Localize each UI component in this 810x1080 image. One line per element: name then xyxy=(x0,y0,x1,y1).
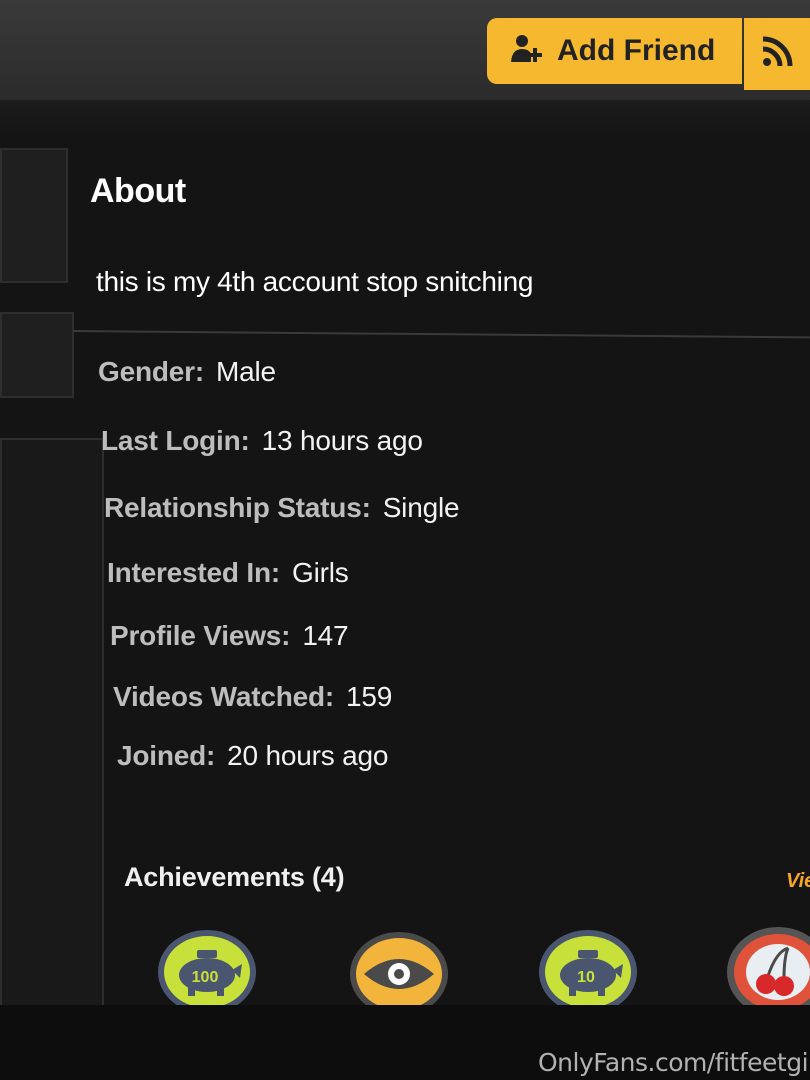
sidebar-panel xyxy=(0,438,104,1016)
info-value: 159 xyxy=(346,681,393,712)
info-value: 20 hours ago xyxy=(227,740,389,771)
add-friend-button[interactable]: Add Friend xyxy=(487,18,742,84)
piggy-bank-icon: 10 xyxy=(539,930,637,1014)
info-key: Interested In: xyxy=(107,557,281,588)
info-key: Videos Watched: xyxy=(113,681,335,712)
info-value: 13 hours ago xyxy=(261,425,423,456)
about-heading: About xyxy=(90,172,186,210)
achievement-badge[interactable]: 10 xyxy=(537,928,639,1016)
sidebar-panel xyxy=(0,312,74,398)
achievement-badge[interactable]: 100 xyxy=(156,928,258,1016)
info-row-last-login: Last Login: 13 hours ago xyxy=(101,425,423,457)
info-key: Joined: xyxy=(117,740,216,771)
info-row-joined: Joined: 20 hours ago xyxy=(117,740,388,772)
info-value: Single xyxy=(382,492,460,523)
rss-button[interactable] xyxy=(744,18,810,90)
piggy-bank-icon: 100 xyxy=(158,930,256,1014)
add-friend-label: Add Friend xyxy=(557,34,716,67)
rss-icon xyxy=(760,35,794,74)
info-value: 147 xyxy=(302,620,349,651)
info-key: Relationship Status: xyxy=(104,492,371,523)
info-key: Last Login: xyxy=(101,425,250,456)
watermark: OnlyFans.com/fitfeetgirl xyxy=(538,1048,810,1077)
info-row-interested-in: Interested In: Girls xyxy=(107,557,349,589)
sidebar-panel xyxy=(0,148,68,283)
info-row-videos-watched: Videos Watched: 159 xyxy=(113,681,392,713)
divider xyxy=(73,330,810,339)
about-text: this is my 4th account stop snitching xyxy=(96,266,534,297)
info-key: Gender: xyxy=(98,356,204,387)
info-row-relationship: Relationship Status: Single xyxy=(104,492,460,524)
badge-label: 100 xyxy=(192,969,219,986)
achievements-heading: Achievements (4) xyxy=(124,862,345,892)
top-bar-shadow xyxy=(0,100,810,140)
badge-label: 10 xyxy=(577,969,595,986)
view-all-link[interactable]: Vie xyxy=(786,870,810,893)
info-value: Male xyxy=(215,356,276,387)
add-user-icon xyxy=(509,32,543,71)
info-row-gender: Gender: Male xyxy=(98,356,276,388)
info-row-profile-views: Profile Views: 147 xyxy=(110,620,349,652)
info-value: Girls xyxy=(292,557,349,588)
info-key: Profile Views: xyxy=(110,620,291,651)
